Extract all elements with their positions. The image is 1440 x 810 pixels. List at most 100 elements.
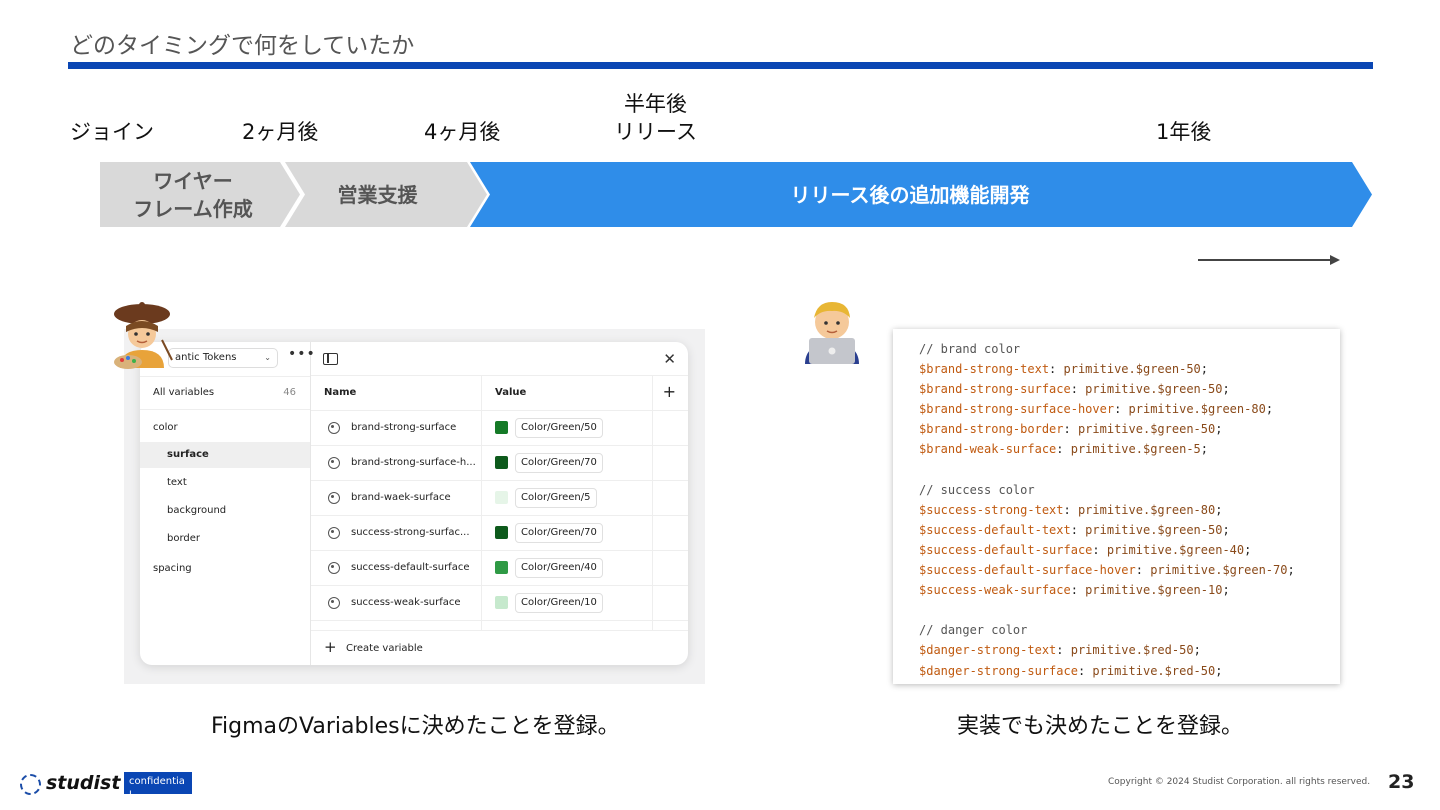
code-colon: : <box>1135 563 1151 578</box>
code-semicolon: ; <box>1200 442 1209 457</box>
color-swatch <box>495 456 508 469</box>
scss-value: primitive.$green-40 <box>1106 542 1245 557</box>
variable-name: brand-strong-surface-h... <box>351 457 476 468</box>
scss-value: primitive.$green-50 <box>1085 522 1223 537</box>
code-line: $success-strong-text: primitive.$green-8… <box>919 500 1340 520</box>
color-variable-icon <box>328 562 340 574</box>
variable-name: brand-strong-surface <box>351 422 457 433</box>
code-line: $success-default-text: primitive.$green-… <box>919 520 1340 540</box>
code-line: // brand color <box>919 339 1340 359</box>
group-item-background[interactable]: background <box>140 498 310 524</box>
variable-row[interactable]: brand-strong-surface-h... Color/Green/70 <box>311 446 688 481</box>
scss-variable: $danger-strong-text <box>919 643 1057 658</box>
code-line: $success-weak-surface: primitive.$green-… <box>919 580 1340 600</box>
code-line: // danger color <box>919 620 1340 640</box>
scss-value: primitive.$green-70 <box>1150 563 1288 578</box>
code-colon: : <box>1063 422 1078 437</box>
group-item-border[interactable]: border <box>140 526 310 552</box>
variable-row[interactable]: brand-strong-surface Color/Green/50 <box>311 411 688 446</box>
collections-sidebar: antic Tokens ⌄ ••• All variables 46 colo… <box>140 342 315 665</box>
code-colon: : <box>1070 583 1086 598</box>
developer-avatar-icon <box>805 302 859 364</box>
figma-caption: FigmaのVariablesに決めたことを登録。 <box>211 714 620 739</box>
scss-code-panel: // brand color $brand-strong-text: primit… <box>893 329 1340 684</box>
variable-value-chip[interactable]: Color/Green/5 <box>515 488 597 508</box>
artist-avatar-icon <box>114 302 173 369</box>
variable-row[interactable]: brand-waek-surface Color/Green/5 <box>311 481 688 516</box>
phase-feature-dev-label: リリース後の追加機能開発 <box>790 183 1030 207</box>
scss-value: primitive.$green-5 <box>1070 442 1201 457</box>
code-colon: : <box>1114 402 1129 417</box>
group-color[interactable]: color <box>153 422 178 433</box>
scss-value: primitive.$green-80 <box>1077 502 1216 517</box>
variable-name: success-default-surface <box>351 562 470 573</box>
add-mode-icon[interactable]: + <box>663 382 676 401</box>
scss-variable: $success-default-text <box>919 522 1071 537</box>
code-comment: // brand color <box>919 342 1021 356</box>
code-line: $brand-strong-text: primitive.$green-50; <box>919 359 1340 379</box>
variable-value-chip[interactable]: Color/Green/40 <box>515 558 603 578</box>
variable-row[interactable]: success-default-surface Color/Green/40 <box>311 551 688 586</box>
sidebar-toggle-icon[interactable] <box>323 353 338 365</box>
variable-row[interactable]: success-weak-surface Color/Green/10 <box>311 586 688 621</box>
scss-value: primitive.$green-10 <box>1085 583 1223 598</box>
variable-name: brand-waek-surface <box>351 492 451 503</box>
studist-logo-icon <box>20 774 41 795</box>
code-line: $brand-strong-border: primitive.$green-5… <box>919 419 1340 439</box>
color-variable-icon <box>328 422 340 434</box>
group-spacing[interactable]: spacing <box>153 563 192 574</box>
code-colon: : <box>1092 542 1107 557</box>
code-line: $danger-strong-surface: primitive.$red-5… <box>919 661 1340 681</box>
all-variables-item[interactable]: All variables 46 <box>140 376 310 410</box>
scss-variable: $success-default-surface <box>919 542 1093 557</box>
color-variable-icon <box>328 597 340 609</box>
code-line: // success color <box>919 480 1340 500</box>
code-colon: : <box>1063 502 1078 517</box>
code-colon: : <box>1070 522 1086 537</box>
scss-variable: $brand-strong-text <box>919 362 1050 377</box>
group-item-text[interactable]: text <box>140 470 310 496</box>
color-swatch <box>495 491 508 504</box>
code-line: $brand-strong-surface: primitive.$green-… <box>919 379 1340 399</box>
scss-value: primitive.$green-50 <box>1077 422 1216 437</box>
code-semicolon: ; <box>1200 362 1209 377</box>
scss-variable: $success-weak-surface <box>919 583 1071 598</box>
color-swatch <box>495 596 508 609</box>
code-semicolon: ; <box>1265 402 1274 417</box>
scss-value: primitive.$green-50 <box>1063 362 1201 377</box>
color-variable-icon <box>328 527 340 539</box>
code-semicolon: ; <box>1215 422 1223 437</box>
code-colon: : <box>1049 362 1064 377</box>
code-line: $success-default-surface-hover: primitiv… <box>919 560 1340 580</box>
variable-value-chip[interactable]: Color/Green/70 <box>515 453 603 473</box>
group-item-surface[interactable]: surface <box>140 442 310 468</box>
studist-logo-text: studist <box>46 772 121 794</box>
variable-name: success-strong-surfac... <box>351 527 470 538</box>
variable-value-chip[interactable]: Color/Green/50 <box>515 418 603 438</box>
scss-variable: $brand-weak-surface <box>919 442 1057 457</box>
close-icon[interactable]: ✕ <box>663 350 676 368</box>
scss-value: primitive.$red-50 <box>1070 643 1194 658</box>
scss-variable: $brand-strong-surface <box>919 382 1071 397</box>
confidential-badge: confidentia l <box>124 772 192 794</box>
variable-value-chip[interactable]: Color/Green/10 <box>515 593 603 613</box>
code-semicolon: ; <box>1244 542 1252 557</box>
create-variable-button[interactable]: + Create variable <box>311 630 688 665</box>
variable-name: success-weak-surface <box>351 597 461 608</box>
code-semicolon: ; <box>1215 663 1223 678</box>
collection-dropdown[interactable]: antic Tokens ⌄ <box>168 348 278 368</box>
page-number: 23 <box>1388 771 1415 793</box>
color-variable-icon <box>328 492 340 504</box>
scss-variable: $success-default-surface-hover <box>919 563 1136 578</box>
code-colon: : <box>1056 643 1071 658</box>
variable-row[interactable]: success-strong-surfac... Color/Green/70 <box>311 516 688 551</box>
color-swatch <box>495 526 508 539</box>
variable-value-chip[interactable]: Color/Green/70 <box>515 523 603 543</box>
code-colon: : <box>1070 382 1086 397</box>
scss-value: primitive.$green-80 <box>1128 402 1266 417</box>
figma-variables-panel: antic Tokens ⌄ ••• All variables 46 colo… <box>140 342 688 665</box>
collection-dropdown-label: antic Tokens <box>175 352 237 363</box>
scss-variable: $brand-strong-surface-hover <box>919 402 1115 417</box>
